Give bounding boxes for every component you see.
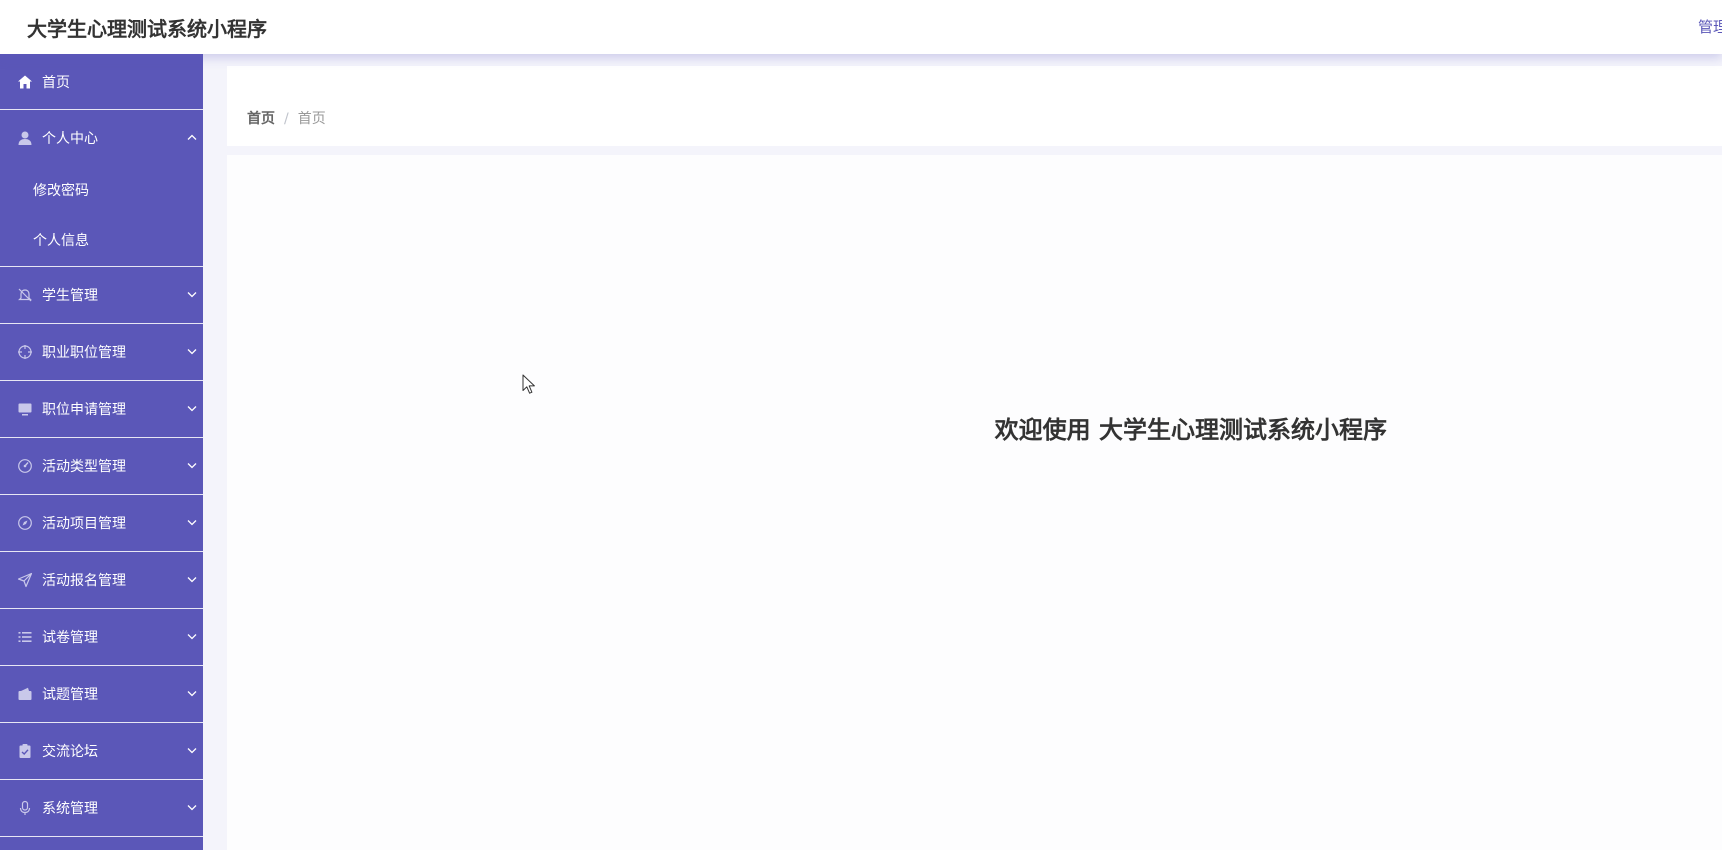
sidebar-item-student-management[interactable]: 学生管理 (0, 267, 203, 324)
send-icon (17, 572, 33, 588)
home-icon (17, 74, 33, 90)
chevron-down-icon (187, 290, 197, 300)
welcome-message: 欢迎使用 大学生心理测试系统小程序 (227, 410, 1387, 445)
breadcrumb-home-link[interactable]: 首页 (247, 111, 275, 127)
sidebar-item-activity-type-management[interactable]: 活动类型管理 (0, 438, 203, 495)
user-icon (17, 130, 33, 146)
sidebar-item-label: 系统管理 (42, 801, 98, 817)
breadcrumb-separator: / (284, 111, 289, 127)
sidebar-item-system-management[interactable]: 系统管理 (0, 780, 203, 837)
chevron-down-icon (187, 689, 197, 699)
sidebar-item-label: 首页 (42, 74, 70, 91)
chevron-down-icon (187, 518, 197, 528)
sidebar-item-exam-paper-management[interactable]: 试卷管理 (0, 609, 203, 666)
gauge-icon (17, 458, 33, 474)
sidebar-item-label: 活动报名管理 (42, 573, 126, 589)
sidebar-item-label: 职业职位管理 (42, 345, 126, 361)
wallet-icon (17, 686, 33, 702)
sidebar-item-activity-project-management[interactable]: 活动项目管理 (0, 495, 203, 552)
welcome-app-name: 大学生心理测试系统小程序 (1099, 416, 1387, 444)
sidebar-item-activity-registration-management[interactable]: 活动报名管理 (0, 552, 203, 609)
sidebar-item-personal-center[interactable]: 个人中心 (0, 110, 203, 166)
chevron-down-icon (187, 575, 197, 585)
chevron-down-icon (187, 632, 197, 642)
microphone-icon (17, 800, 33, 816)
top-bar: 大学生心理测试系统小程序 管理 (0, 0, 1722, 54)
clipboard-icon (17, 743, 33, 759)
submenu-item-change-password[interactable]: 修改密码 (0, 166, 203, 216)
sidebar-item-career-position-management[interactable]: 职业职位管理 (0, 324, 203, 381)
chevron-up-icon (187, 133, 197, 143)
sidebar-item-label: 活动项目管理 (42, 516, 126, 532)
sidebar-item-forum[interactable]: 交流论坛 (0, 723, 203, 780)
chevron-down-icon (187, 461, 197, 471)
sidebar-item-position-application-management[interactable]: 职位申请管理 (0, 381, 203, 438)
personal-center-submenu: 修改密码 个人信息 (0, 166, 203, 267)
sidebar-item-label: 职位申请管理 (42, 402, 126, 418)
content-card: 欢迎使用 大学生心理测试系统小程序 (227, 155, 1722, 850)
chevron-down-icon (187, 347, 197, 357)
chevron-down-icon (187, 404, 197, 414)
sidebar-item-label: 学生管理 (42, 288, 98, 304)
breadcrumb-current: 首页 (297, 111, 326, 127)
sidebar-item-label: 试题管理 (42, 687, 98, 703)
breadcrumb: 首页 / 首页 (247, 108, 326, 128)
chevron-down-icon (187, 803, 197, 813)
sidebar-item-question-management[interactable]: 试题管理 (0, 666, 203, 723)
sidebar-item-home[interactable]: 首页 (0, 54, 203, 110)
bell-off-icon (17, 287, 33, 303)
chevron-down-icon (187, 746, 197, 756)
sidebar-item-label: 交流论坛 (42, 744, 98, 760)
main-content: 首页 / 首页 欢迎使用 大学生心理测试系统小程序 (227, 54, 1722, 850)
admin-menu-link[interactable]: 管理 (1698, 16, 1722, 37)
welcome-prefix: 欢迎使用 (994, 416, 1091, 444)
submenu-item-personal-info[interactable]: 个人信息 (0, 216, 203, 266)
sidebar-item-label: 个人中心 (42, 131, 98, 147)
monitor-icon (17, 401, 33, 417)
sidebar: 首页 个人中心 修改密码 个人信息 学生管理 职业职位管理 职位申请管理 活动类… (0, 54, 203, 850)
app-title: 大学生心理测试系统小程序 (27, 17, 267, 41)
breadcrumb-bar: 首页 / 首页 (227, 66, 1722, 146)
compass-icon (17, 515, 33, 531)
crosshair-icon (17, 344, 33, 360)
mouse-cursor-icon (522, 374, 536, 399)
sidebar-item-label: 试卷管理 (42, 630, 98, 646)
list-icon (17, 629, 33, 645)
sidebar-item-label: 活动类型管理 (42, 459, 126, 475)
